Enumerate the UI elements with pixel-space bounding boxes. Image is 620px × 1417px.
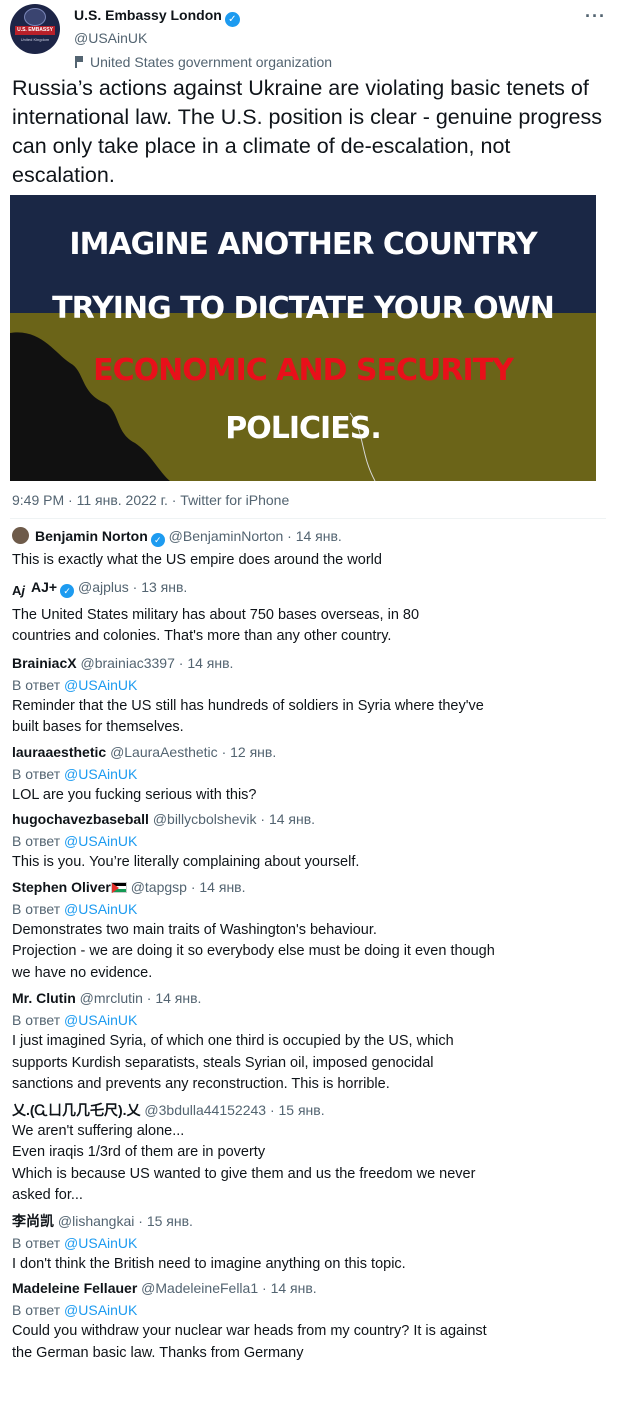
map-silhouette-icon [10, 332, 376, 481]
avatar-sub: United Kingdom [20, 37, 50, 42]
tweet-text: Russia’s actions against Ukraine are vio… [12, 76, 602, 187]
reply-text: The United States military has about 750… [12, 606, 420, 645]
reply-author-handle[interactable]: @mrclutin [80, 990, 143, 1006]
image-text-line-3: ECONOMIC AND SECURITY [93, 353, 514, 388]
reply-author-name[interactable]: Benjamin Norton [35, 528, 148, 544]
divider [10, 518, 606, 519]
reply-to-mention[interactable]: @USAinUK [64, 766, 137, 782]
reply-author-handle[interactable]: @LauraAesthetic [110, 744, 218, 760]
reply-author-handle[interactable]: @brainiac3397 [80, 655, 174, 671]
reply-date[interactable]: · 14 янв. [179, 655, 234, 671]
reply-text: Demonstrates two main traits of Washingt… [12, 921, 495, 981]
reply-date[interactable]: · 14 янв. [287, 528, 342, 544]
tweet-image[interactable]: IMAGINE ANOTHER COUNTRY TRYING TO DICTAT… [10, 195, 596, 481]
reply-date[interactable]: · 14 янв. [147, 990, 202, 1006]
reply-to-line: В ответ @USAinUK [12, 898, 608, 920]
reply-to-line: В ответ @USAinUK [12, 1232, 608, 1254]
reply-to-line: В ответ @USAinUK [12, 763, 608, 785]
reply-text: This is you. You’re literally complainin… [12, 854, 360, 870]
verified-icon: ✓ [60, 583, 75, 598]
reply-text: Reminder that the US still has hundreds … [12, 697, 484, 736]
verified-icon: ✓ [150, 533, 165, 547]
reply-item[interactable]: 乂.(Ꮹㄩ几几乇尺).乂 @3bdulla44152243 · 15 янв. … [12, 1099, 608, 1207]
tweet-header: U.S. EMBASSY United Kingdom U.S. Embassy… [10, 4, 610, 70]
reply-author-handle[interactable]: @lishangkai [58, 1213, 134, 1229]
replies-list: Benjamin Norton ✓ @BenjaminNorton · 14 ян… [12, 525, 608, 1364]
verified-icon: ✓ [224, 12, 240, 27]
reply-author-handle[interactable]: @BenjaminNorton [169, 528, 284, 544]
reply-author-name[interactable]: AJ+ [31, 579, 57, 595]
reply-text: This is exactly what the US empire does … [12, 552, 382, 568]
reply-to-prefix: В ответ [12, 900, 61, 917]
reply-author-name[interactable]: hugochavezbaseball [12, 811, 149, 827]
reply-author-name[interactable]: Mr. Clutin [12, 990, 76, 1006]
reply-to-prefix: В ответ [12, 765, 61, 782]
reply-author-name[interactable]: 乂.(Ꮹㄩ几几乇尺).乂 [12, 1102, 141, 1118]
reply-to-line: В ответ @USAinUK [12, 1299, 608, 1321]
reply-item[interactable]: Benjamin Norton ✓ @BenjaminNorton · 14 ян… [12, 525, 608, 572]
reply-text: I just imagined Syria, of which one thir… [12, 1033, 454, 1092]
palestine-flag-icon [110, 881, 127, 893]
reply-to-mention[interactable]: @USAinUK [64, 1012, 137, 1028]
account-label[interactable]: United States government organization [74, 54, 332, 70]
reply-item[interactable]: hugochavezbaseball @billycbolshevik · 14… [12, 808, 608, 874]
reply-to-line: В ответ @USAinUK [12, 674, 608, 696]
reply-to-prefix: В ответ [12, 1234, 61, 1251]
author-handle[interactable]: @USAinUK [74, 30, 147, 46]
image-text-line-1: IMAGINE ANOTHER COUNTRY [69, 227, 537, 262]
reply-date[interactable]: · 12 янв. [222, 744, 277, 760]
reply-author-handle[interactable]: @tapgsp [131, 879, 187, 895]
more-options-icon[interactable]: ··· [585, 6, 606, 27]
image-text-line-4: POLICIES. [225, 411, 381, 446]
reply-item[interactable]: Stephen Oliver @tapgsp · 14 янв. В ответ… [12, 876, 608, 985]
author-name-text: U.S. Embassy London [74, 7, 222, 23]
reply-item[interactable]: Aj AJ+ ✓ @ajplus · 13 янв. The United Stat… [12, 576, 608, 648]
reply-to-mention[interactable]: @USAinUK [64, 1302, 137, 1318]
seal-icon [24, 8, 46, 26]
tweet-meta[interactable]: 9:49 PM · 11 янв. 2022 г. · Twitter for … [12, 492, 289, 508]
reply-to-mention[interactable]: @USAinUK [64, 833, 137, 849]
reply-to-line: В ответ @USAinUK [12, 1009, 608, 1031]
reply-date[interactable]: · 13 янв. [133, 579, 188, 595]
author-display-name[interactable]: U.S. Embassy London ✓ [74, 7, 240, 27]
reply-author-handle[interactable]: @MadeleineFella1 [141, 1280, 258, 1296]
reply-item[interactable]: 李尚凯 @lishangkai · 15 янв. В ответ @USAin… [12, 1210, 608, 1276]
reply-to-prefix: В ответ [12, 833, 61, 849]
reply-date[interactable]: · 15 янв. [270, 1102, 325, 1118]
reply-item[interactable]: BrainiacX @brainiac3397 · 14 янв. В отве… [12, 652, 608, 739]
reply-to-line: В ответ @USAinUK [12, 830, 608, 852]
reply-date[interactable]: · 14 янв. [260, 811, 315, 827]
reply-author-name[interactable]: Stephen Oliver [12, 879, 111, 895]
reply-author-handle[interactable]: @billycbolshevik [153, 811, 257, 827]
reply-to-prefix: В ответ [12, 1302, 61, 1318]
image-text-line-2: TRYING TO DICTATE YOUR OWN [52, 291, 555, 326]
account-avatar[interactable]: U.S. EMBASSY United Kingdom [10, 4, 60, 54]
reply-date[interactable]: · 14 янв. [191, 879, 246, 895]
reply-item[interactable]: Madeleine Fellauer @MadeleineFella1 · 14… [12, 1277, 608, 1364]
reply-author-name[interactable]: lauraaesthetic [12, 744, 106, 760]
reply-author-handle[interactable]: @3bdulla44152243 [144, 1102, 266, 1118]
reply-text: Could you withdraw your nuclear war head… [12, 1323, 487, 1361]
reply-to-prefix: В ответ [12, 1012, 61, 1028]
reply-date[interactable]: · 14 янв. [262, 1280, 317, 1296]
reply-date[interactable]: · 15 янв. [138, 1213, 193, 1229]
reply-author-handle[interactable]: @ajplus [78, 579, 129, 595]
reply-author-name[interactable]: BrainiacX [12, 655, 77, 671]
reply-to-mention[interactable]: @USAinUK [64, 677, 137, 693]
reply-author-name[interactable]: 李尚凯 [12, 1213, 54, 1229]
avatar-banner: U.S. EMBASSY [15, 26, 55, 35]
flag-icon [74, 56, 84, 68]
ajplus-logo-icon[interactable]: Aj [12, 580, 25, 602]
reply-to-prefix: В ответ [12, 676, 61, 693]
reply-author-name[interactable]: Madeleine Fellauer [12, 1280, 137, 1296]
avatar[interactable] [12, 527, 29, 544]
reply-text: LOL are you fucking serious with this? [12, 786, 257, 803]
reply-to-mention[interactable]: @USAinUK [64, 901, 137, 917]
reply-to-mention[interactable]: @USAinUK [64, 1235, 137, 1251]
reply-text: I don't think the British need to imagin… [12, 1255, 406, 1272]
reply-item[interactable]: Mr. Clutin @mrclutin · 14 янв. В ответ @… [12, 987, 608, 1096]
reply-text: We aren't suffering alone... Even iraqis… [12, 1122, 476, 1204]
reply-item[interactable]: lauraaesthetic @LauraAesthetic · 12 янв.… [12, 741, 608, 807]
account-label-text: United States government organization [90, 54, 333, 70]
